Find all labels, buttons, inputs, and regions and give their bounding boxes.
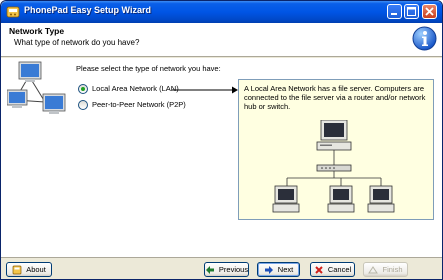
finish-label: Finish (382, 265, 403, 274)
wizard-header: Network Type What type of network do you… (1, 23, 442, 57)
close-button[interactable] (422, 4, 437, 19)
cancel-button[interactable]: Cancel (310, 262, 355, 277)
cancel-icon (315, 265, 323, 274)
wizard-footer: About Previous Next Cancel Finish (1, 257, 442, 279)
network-computers-icon (7, 61, 66, 114)
lan-radio-label[interactable]: Local Area Network (LAN) (92, 84, 179, 93)
page-subtitle: What type of network do you have? (14, 38, 140, 47)
about-label: About (26, 265, 46, 274)
cancel-label: Cancel (327, 265, 352, 274)
minimize-button[interactable] (387, 4, 402, 19)
app-icon (6, 6, 20, 18)
maximize-icon (407, 7, 416, 16)
wizard-window: PhonePad Easy Setup Wizard Network Type … (0, 0, 443, 280)
previous-button[interactable]: Previous (204, 262, 249, 277)
radio-option-lan[interactable]: Local Area Network (LAN) (78, 83, 179, 94)
maximize-button[interactable] (404, 4, 419, 19)
window-title: PhonePad Easy Setup Wizard (24, 5, 151, 15)
close-icon (425, 7, 434, 16)
lan-radio-button[interactable] (78, 83, 88, 94)
about-icon (12, 265, 22, 274)
lan-diagram-icon (272, 120, 395, 213)
radio-option-p2p[interactable]: Peer-to-Peer Network (P2P) (78, 99, 186, 110)
network-type-prompt: Please select the type of network you ha… (76, 64, 221, 73)
wizard-content: Please select the type of network you ha… (1, 58, 442, 257)
minimize-icon (391, 13, 397, 15)
arrow-right-icon (264, 265, 273, 274)
info-icon (412, 26, 437, 51)
next-label: Next (277, 265, 294, 274)
finish-button[interactable]: Finish (363, 262, 408, 277)
about-button[interactable]: About (6, 262, 52, 277)
finish-icon (368, 265, 379, 273)
arrow-right-icon (172, 86, 238, 94)
arrow-left-icon (205, 265, 214, 274)
title-bar[interactable]: PhonePad Easy Setup Wizard (1, 1, 442, 23)
network-description: A Local Area Network has a file server. … (244, 84, 426, 111)
page-title: Network Type (9, 26, 65, 36)
p2p-radio-label[interactable]: Peer-to-Peer Network (P2P) (92, 100, 186, 109)
p2p-radio-button[interactable] (78, 99, 88, 110)
network-description-box: A Local Area Network has a file server. … (238, 79, 434, 220)
previous-label: Previous (218, 265, 249, 274)
next-button[interactable]: Next (257, 262, 300, 277)
